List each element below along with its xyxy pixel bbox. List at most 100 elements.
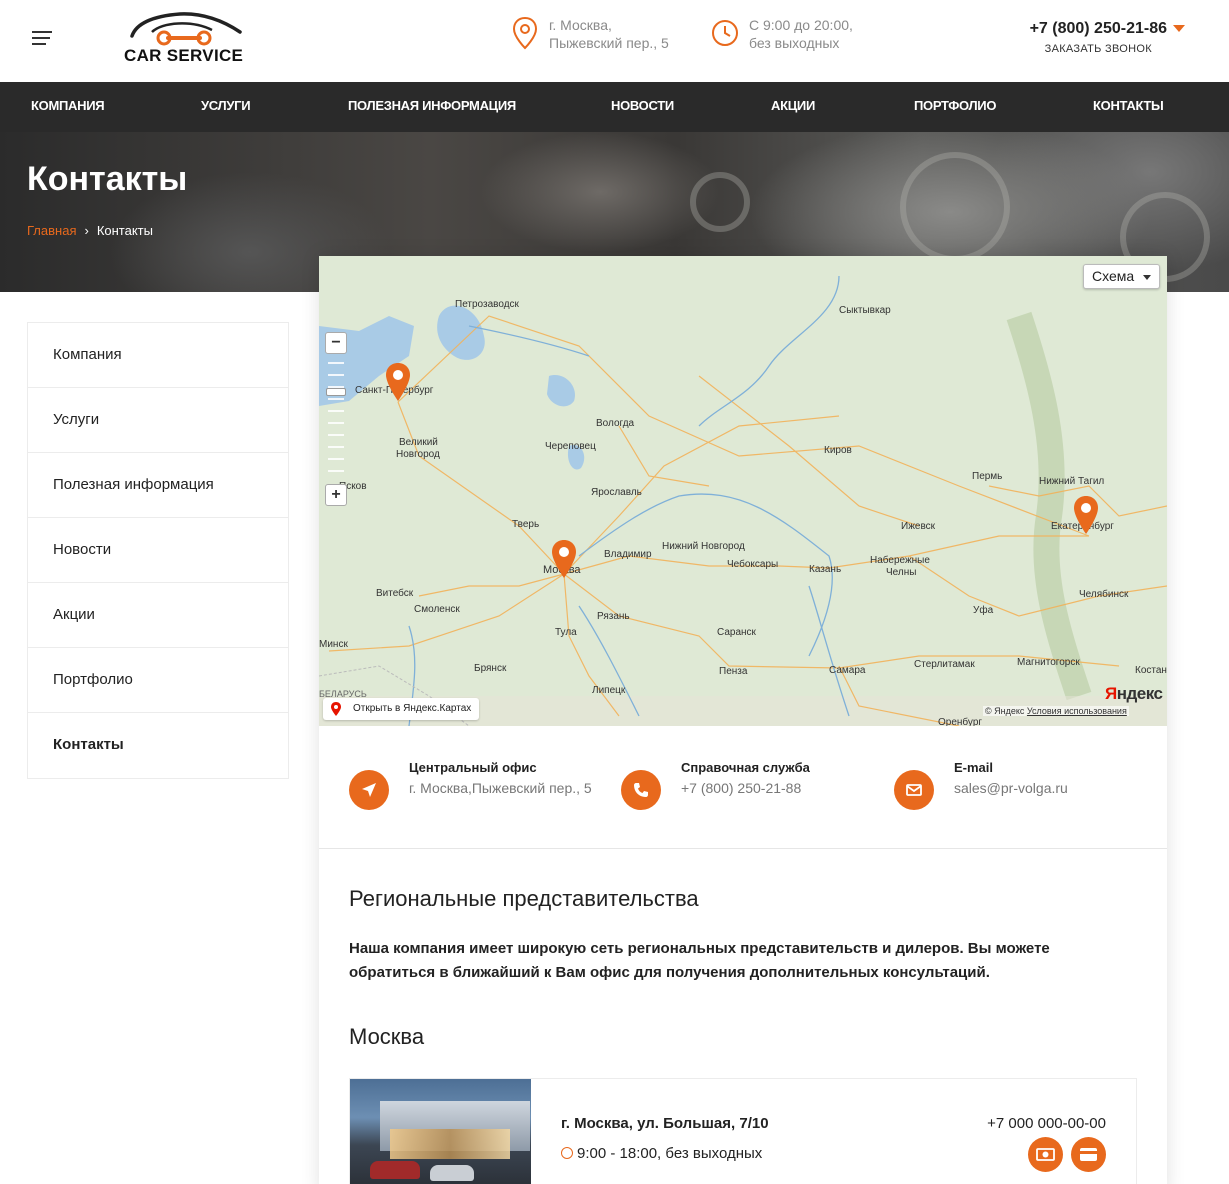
map-city-label: Минск xyxy=(319,639,348,650)
nav-item-contacts[interactable]: КОНТАКТЫ xyxy=(1093,82,1164,132)
logo-text: CAR SERVICE xyxy=(124,46,244,65)
open-in-yandex-maps-link[interactable]: Открыть в Яндекс.Картах xyxy=(323,698,480,720)
sidebar-item-services[interactable]: Услуги xyxy=(28,388,288,453)
callback-link[interactable]: ЗАКАЗАТЬ ЗВОНОК xyxy=(1030,43,1167,55)
sidebar-item-portfolio[interactable]: Портфолио xyxy=(28,648,288,713)
map-city-label: Смоленск xyxy=(414,604,460,615)
map-city-label: Оренбург xyxy=(938,717,983,726)
map-type-select[interactable]: Схема xyxy=(1083,264,1160,289)
office-hours-text: 9:00 - 18:00, без выходных xyxy=(577,1145,763,1162)
yandex-pin-icon xyxy=(331,702,341,716)
sidebar-item-news[interactable]: Новости xyxy=(28,518,288,583)
phone-icon xyxy=(621,770,661,810)
zoom-in-button[interactable]: + xyxy=(325,484,347,506)
map-city-label: Челны xyxy=(886,567,917,578)
map-marker-icon[interactable] xyxy=(1073,495,1099,535)
breadcrumb-separator: › xyxy=(84,223,89,238)
map-marker-icon[interactable] xyxy=(551,539,577,579)
chevron-down-icon xyxy=(1143,275,1151,280)
contact-email-title: E-mail xyxy=(954,760,994,775)
contact-email: E-mail sales@pr-volga.ru xyxy=(894,760,1068,810)
zoom-tick xyxy=(328,374,344,376)
office-address: г. Москва, ул. Большая, 7/10 xyxy=(561,1115,769,1132)
map-city-label: Владимир xyxy=(604,549,652,560)
yandex-logo-rest: ндекс xyxy=(1116,684,1163,703)
cash-payment-icon xyxy=(1028,1137,1063,1172)
zoom-tick xyxy=(328,470,344,472)
nav-item-promotions[interactable]: АКЦИИ xyxy=(771,82,815,132)
zoom-tick xyxy=(328,446,344,448)
nav-item-news[interactable]: НОВОСТИ xyxy=(611,82,674,132)
zoom-tick xyxy=(328,410,344,412)
contact-helpdesk-phone[interactable]: +7 (800) 250-21-88 xyxy=(681,780,810,796)
map-city-label: Чебоксары xyxy=(727,559,779,570)
sidebar-item-useful-info[interactable]: Полезная информация xyxy=(28,453,288,518)
map-city-label: Великий xyxy=(399,437,438,448)
contact-office: Центральный офис г. Москва,Пыжевский пер… xyxy=(349,760,599,810)
regional-description: Наша компания имеет широкую сеть региона… xyxy=(349,940,1050,981)
office-phone[interactable]: +7 000 000-00-00 xyxy=(987,1115,1106,1132)
map-city-label: Тула xyxy=(555,627,577,638)
zoom-tick xyxy=(328,398,344,400)
header-phone-block: +7 (800) 250-21-86 ЗАКАЗАТЬ ЗВОНОК xyxy=(1030,20,1185,55)
map-background xyxy=(319,256,1167,726)
map-city-label: Сыктывкар xyxy=(839,305,891,316)
header-hours: С 9:00 до 20:00, без выходных xyxy=(710,16,853,52)
mail-icon xyxy=(894,770,934,810)
zoom-tick xyxy=(328,422,344,424)
map-city-label: Стерлитамак xyxy=(914,659,975,670)
zoom-control: − + xyxy=(325,332,347,506)
contact-info: Центральный офис г. Москва,Пыжевский пер… xyxy=(319,726,1167,849)
map-city-label: Брянск xyxy=(474,663,507,674)
navigation-arrow-icon xyxy=(349,770,389,810)
map-city-label: Пенза xyxy=(719,666,748,677)
map-city-label: Набережные xyxy=(870,555,930,566)
map-city-label: Рязань xyxy=(597,611,630,622)
zoom-slider-handle[interactable] xyxy=(326,388,346,396)
map-city-label: Петрозаводск xyxy=(455,299,519,310)
office-hours: 9:00 - 18:00, без выходных xyxy=(561,1145,762,1162)
phone-dropdown-icon[interactable] xyxy=(1173,25,1185,32)
zoom-tick xyxy=(328,434,344,436)
map-marker-icon[interactable] xyxy=(385,362,411,402)
sidebar-item-contacts[interactable]: Контакты xyxy=(28,713,288,778)
content-card: Петрозаводск Сыктывкар Санкт-Петербург В… xyxy=(319,256,1167,1184)
breadcrumb-current: Контакты xyxy=(96,223,153,238)
nav-item-useful-info[interactable]: ПОЛЕЗНАЯ ИНФОРМАЦИЯ xyxy=(348,82,516,132)
header-phone[interactable]: +7 (800) 250-21-86 xyxy=(1030,20,1167,38)
zoom-slider[interactable] xyxy=(326,356,346,480)
header-address: г. Москва, Пыжевский пер., 5 xyxy=(510,16,669,52)
city-title: Москва xyxy=(349,1024,425,1049)
map-city-label: Вологда xyxy=(596,418,635,429)
clock-icon xyxy=(561,1147,573,1159)
map-city-label: Киров xyxy=(824,445,852,456)
breadcrumb-home[interactable]: Главная xyxy=(27,223,76,238)
map-city-label: Магнитогорск xyxy=(1017,657,1080,668)
contact-office-text: г. Москва,Пыжевский пер., 5 xyxy=(409,780,592,796)
map-city-label: Тверь xyxy=(512,519,540,530)
sidebar-item-promotions[interactable]: Акции xyxy=(28,583,288,648)
page-title: Контакты xyxy=(27,160,188,198)
map-city-label: Уфа xyxy=(973,605,994,616)
car-logo-icon xyxy=(130,12,242,46)
sidebar-item-company[interactable]: Компания xyxy=(28,323,288,388)
address-line1: г. Москва, xyxy=(549,17,612,33)
map-terms-link[interactable]: Условия использования xyxy=(1027,706,1127,716)
hero-decor xyxy=(690,172,750,232)
breadcrumb: Главная › Контакты xyxy=(27,223,153,238)
zoom-tick xyxy=(328,362,344,364)
logo[interactable]: CAR SERVICE xyxy=(122,10,246,66)
yandex-map[interactable]: Петрозаводск Сыктывкар Санкт-Петербург В… xyxy=(319,256,1167,726)
map-city-label: Череповец xyxy=(545,441,596,452)
nav-item-company[interactable]: КОМПАНИЯ xyxy=(31,82,105,132)
menu-icon[interactable] xyxy=(32,31,52,45)
map-city-label: Казань xyxy=(809,564,842,575)
map-city-label: Пермь xyxy=(972,471,1003,482)
zoom-out-button[interactable]: − xyxy=(325,332,347,354)
map-copyright: © Яндекс Условия использования xyxy=(983,706,1129,716)
map-city-label: Ярославль xyxy=(591,487,642,498)
nav-item-services[interactable]: УСЛУГИ xyxy=(201,82,251,132)
nav-item-portfolio[interactable]: ПОРТФОЛИО xyxy=(914,82,996,132)
contact-email-address[interactable]: sales@pr-volga.ru xyxy=(954,780,1068,796)
clock-icon xyxy=(712,20,738,46)
